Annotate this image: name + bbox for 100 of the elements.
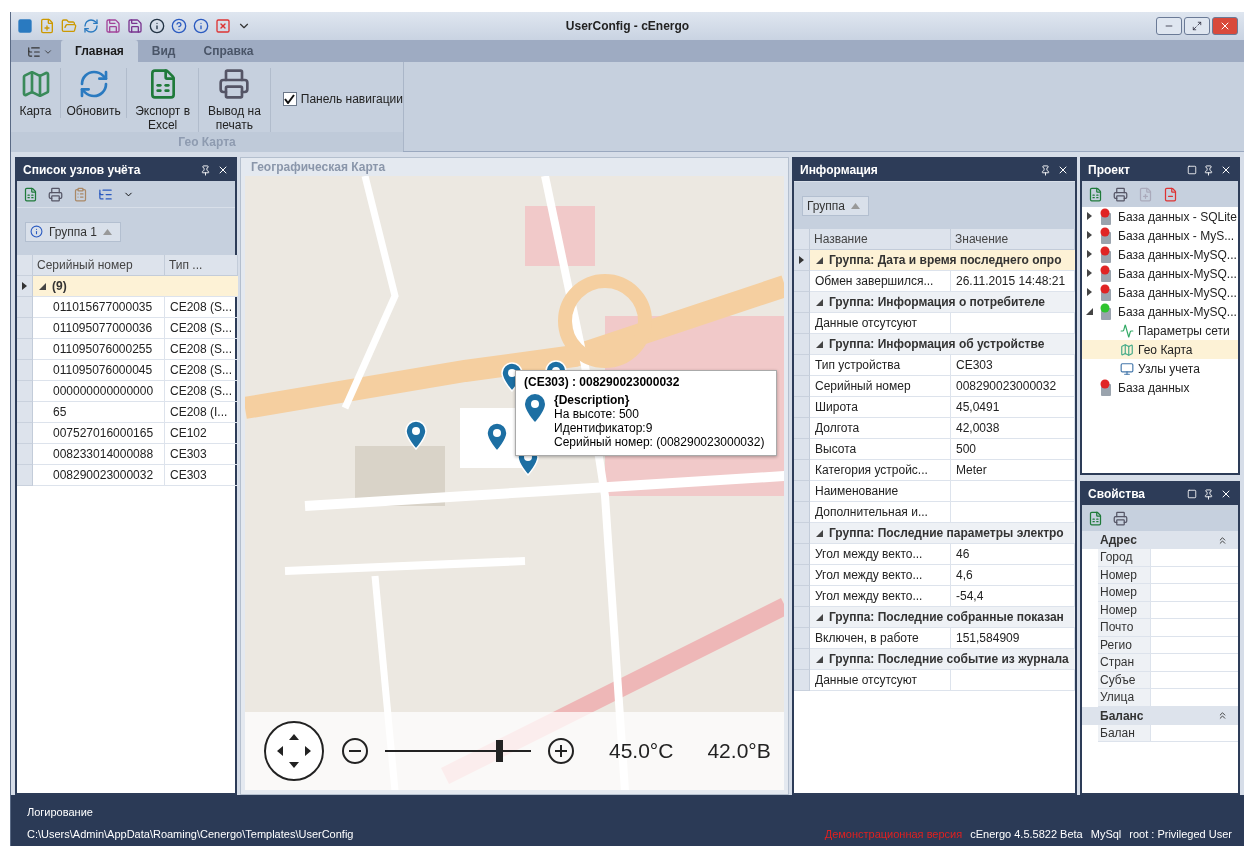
- collapse-icon[interactable]: [1217, 710, 1228, 721]
- group-row[interactable]: Группа: Информация о потребителе: [810, 292, 1075, 313]
- tree-item[interactable]: База данных - SQLite: [1082, 207, 1238, 226]
- group-chip[interactable]: Группа: [802, 195, 870, 216]
- property-value-field[interactable]: [1150, 689, 1238, 707]
- column-header[interactable]: Название: [810, 229, 951, 250]
- save-as-icon[interactable]: [127, 18, 143, 34]
- group-row[interactable]: Группа: Последние собранные показан: [810, 607, 1075, 628]
- zoom-in-icon[interactable]: [547, 737, 575, 765]
- expanded-arrow-icon[interactable]: [816, 529, 823, 537]
- tree-item[interactable]: База данных-MySQ...: [1082, 264, 1238, 283]
- ribbon-button[interactable]: Карта: [11, 68, 61, 118]
- group-row[interactable]: Группа: Последние событие из журнала: [810, 649, 1075, 670]
- map-pin-icon[interactable]: [486, 422, 508, 452]
- collapsed-arrow-icon[interactable]: [1086, 249, 1093, 258]
- maximize-button[interactable]: [1184, 17, 1210, 35]
- info-icon[interactable]: [193, 18, 209, 34]
- row-header[interactable]: [17, 276, 33, 297]
- tree-item[interactable]: Параметры сети: [1082, 321, 1238, 340]
- pan-control-icon[interactable]: [263, 720, 325, 782]
- close-icon[interactable]: [1057, 164, 1069, 176]
- save-icon[interactable]: [105, 18, 121, 34]
- zoom-out-icon[interactable]: [341, 737, 369, 765]
- tree-item[interactable]: База данных-MySQ...: [1082, 245, 1238, 264]
- collapsed-arrow-icon[interactable]: [1086, 211, 1093, 220]
- tree-expand-icon[interactable]: [98, 186, 113, 202]
- row-header[interactable]: [794, 250, 810, 271]
- tree-item[interactable]: База данных: [1082, 378, 1238, 397]
- pin-icon[interactable]: [1203, 164, 1214, 176]
- group-row[interactable]: (9): [33, 276, 239, 297]
- folder-icon[interactable]: [61, 18, 77, 34]
- table-cell: Meter: [951, 460, 1075, 481]
- tree-item-label: Параметры сети: [1138, 323, 1230, 338]
- tree-item[interactable]: Гео Карта: [1082, 340, 1238, 359]
- folder-add-icon[interactable]: [39, 18, 55, 34]
- float-icon[interactable]: [1187, 165, 1197, 175]
- ribbon-tab[interactable]: Главная: [61, 40, 138, 62]
- column-header[interactable]: Тип ...: [165, 255, 239, 276]
- property-value-field[interactable]: [1150, 601, 1238, 619]
- close-icon[interactable]: [1220, 164, 1232, 176]
- property-value-field[interactable]: [1150, 671, 1238, 689]
- tree-item[interactable]: База данных - MyS...: [1082, 226, 1238, 245]
- collapse-icon[interactable]: [1217, 534, 1228, 546]
- collapsed-arrow-icon[interactable]: [1086, 230, 1093, 239]
- property-value-field[interactable]: [1150, 549, 1238, 567]
- group-row[interactable]: Группа: Дата и время последнего опро: [810, 250, 1075, 271]
- close-button[interactable]: [1212, 17, 1238, 35]
- spreadsheet-icon[interactable]: [23, 186, 38, 202]
- property-value-field[interactable]: [1150, 619, 1238, 637]
- collapsed-arrow-icon[interactable]: [1086, 268, 1093, 277]
- minimize-button[interactable]: [1156, 17, 1182, 35]
- clipboard-icon[interactable]: [73, 186, 88, 202]
- expanded-arrow-icon[interactable]: [1086, 306, 1093, 315]
- navigation-panel-checkbox[interactable]: Панель навигации: [270, 68, 403, 106]
- tree-item[interactable]: База данных-MySQ...: [1082, 283, 1238, 302]
- property-value-field[interactable]: [1150, 566, 1238, 584]
- log-label[interactable]: Логирование: [27, 806, 1232, 818]
- pin-icon[interactable]: [1203, 488, 1214, 500]
- printer-icon[interactable]: [1113, 510, 1128, 526]
- expanded-arrow-icon[interactable]: [816, 256, 823, 264]
- app-logo-icon[interactable]: [17, 18, 33, 34]
- info-icon[interactable]: [149, 18, 165, 34]
- property-category[interactable]: Баланс: [1082, 706, 1238, 725]
- collapsed-arrow-icon[interactable]: [1086, 287, 1093, 296]
- sort-arrow-icon[interactable]: [851, 202, 861, 209]
- printer-icon[interactable]: [48, 186, 63, 202]
- slider-thumb[interactable]: [495, 740, 503, 762]
- pin-icon[interactable]: [1040, 164, 1051, 176]
- spreadsheet-icon[interactable]: [1088, 186, 1103, 202]
- expanded-arrow-icon[interactable]: [816, 298, 823, 306]
- column-header[interactable]: Серийный номер: [33, 255, 165, 276]
- property-value-field[interactable]: [1150, 724, 1238, 742]
- expanded-arrow-icon[interactable]: [816, 340, 823, 348]
- pin-icon[interactable]: [200, 164, 211, 176]
- spreadsheet-icon[interactable]: [1088, 510, 1103, 526]
- help-icon[interactable]: [171, 18, 187, 34]
- table-cell: Наименование: [810, 481, 951, 502]
- close-icon[interactable]: [217, 164, 229, 176]
- column-header[interactable]: Значение: [951, 229, 1075, 250]
- sort-arrow-icon[interactable]: [103, 228, 113, 235]
- remove-file-icon[interactable]: [1163, 186, 1178, 202]
- group-chip[interactable]: Группа 1: [25, 221, 122, 242]
- ribbon-button[interactable]: Обновить: [61, 68, 128, 118]
- close-icon[interactable]: [1220, 488, 1232, 500]
- property-value-field[interactable]: [1150, 584, 1238, 602]
- float-icon[interactable]: [1187, 489, 1197, 499]
- refresh-icon[interactable]: [83, 18, 99, 34]
- expanded-arrow-icon[interactable]: [39, 282, 46, 290]
- printer-icon[interactable]: [1113, 186, 1128, 202]
- property-value-field[interactable]: [1150, 636, 1238, 654]
- group-row[interactable]: Группа: Информация об устройстве: [810, 334, 1075, 355]
- group-row[interactable]: Группа: Последние параметры электро: [810, 523, 1075, 544]
- property-category[interactable]: Адрес: [1082, 531, 1238, 549]
- property-value-field[interactable]: [1150, 654, 1238, 672]
- map-pin-icon[interactable]: [405, 420, 427, 450]
- expanded-arrow-icon[interactable]: [816, 655, 823, 663]
- tree-item[interactable]: Узлы учета: [1082, 359, 1238, 378]
- tree-item[interactable]: База данных-MySQ...: [1082, 302, 1238, 321]
- tree-item-label: Узлы учета: [1138, 361, 1200, 376]
- expanded-arrow-icon[interactable]: [816, 613, 823, 621]
